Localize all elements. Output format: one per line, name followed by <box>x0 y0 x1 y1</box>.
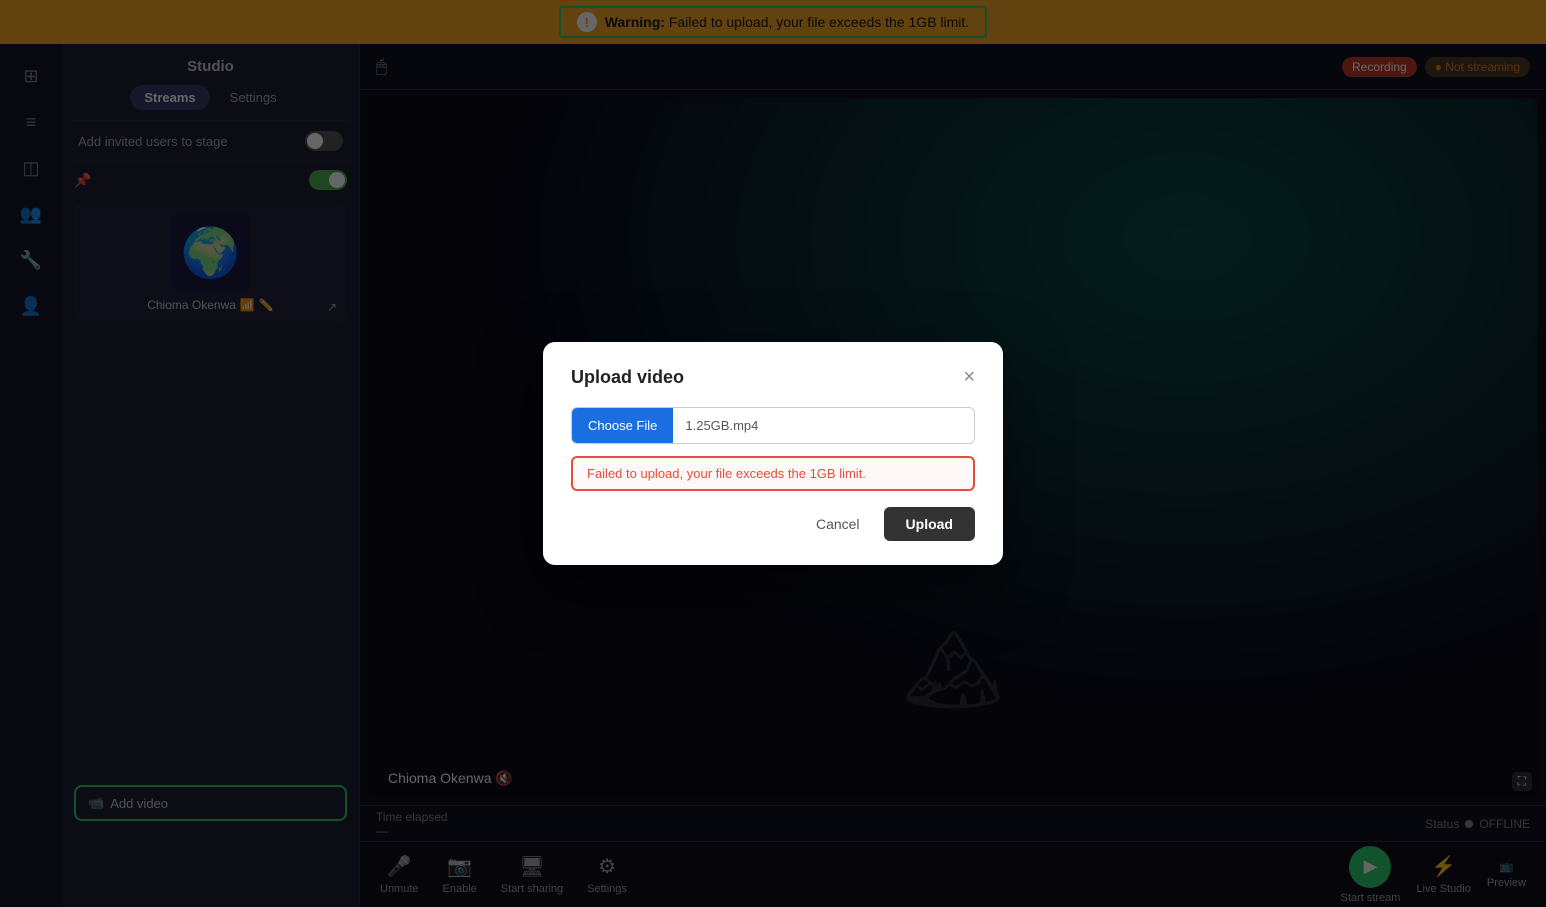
upload-dialog: Upload video × Choose File 1.25GB.mp4 Fa… <box>543 342 1003 565</box>
dialog-close-button[interactable]: × <box>963 366 975 389</box>
cancel-button[interactable]: Cancel <box>804 508 872 540</box>
file-input-row: Choose File 1.25GB.mp4 <box>571 407 975 444</box>
dialog-overlay: Upload video × Choose File 1.25GB.mp4 Fa… <box>0 0 1546 907</box>
error-message-text: Failed to upload, your file exceeds the … <box>587 466 866 481</box>
upload-button[interactable]: Upload <box>884 507 975 541</box>
choose-file-button[interactable]: Choose File <box>572 408 673 443</box>
dialog-actions: Cancel Upload <box>571 507 975 541</box>
error-message-box: Failed to upload, your file exceeds the … <box>571 456 975 491</box>
file-name-display: 1.25GB.mp4 <box>673 418 974 433</box>
dialog-title: Upload video <box>571 367 684 388</box>
dialog-header: Upload video × <box>571 366 975 389</box>
